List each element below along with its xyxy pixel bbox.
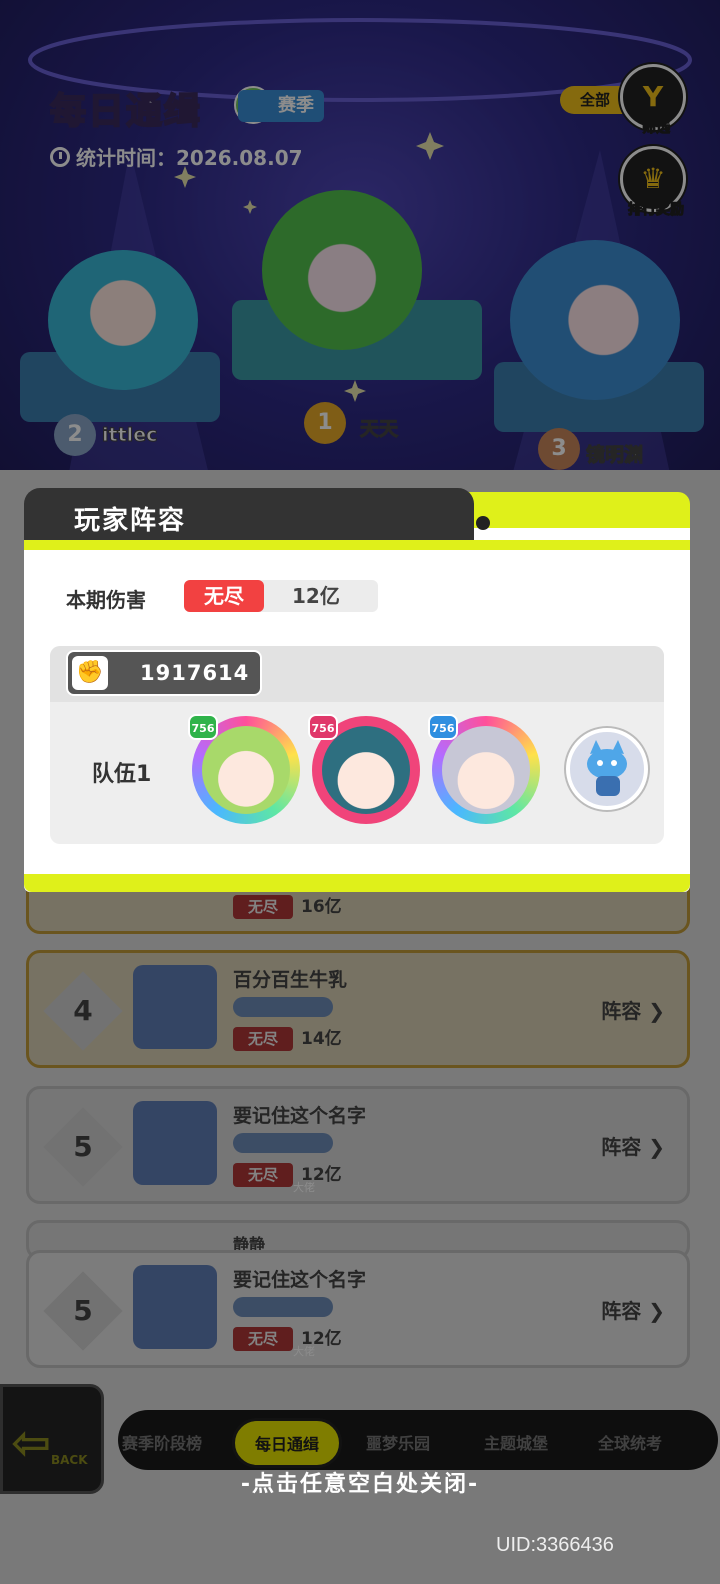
- team-power: 1917614: [140, 661, 250, 685]
- damage-value: 12亿: [292, 584, 340, 608]
- endless-tag: 无尽: [184, 580, 264, 612]
- power-box: ✊ 1917614: [66, 650, 262, 696]
- team-member-avatar[interactable]: 756: [308, 714, 420, 824]
- modal-accent-foot: [24, 874, 690, 892]
- blue-cat-pet-icon: [587, 740, 627, 796]
- team-member-avatar[interactable]: 756: [428, 714, 540, 824]
- level-badge: 756: [428, 714, 458, 740]
- decor-dot: [476, 516, 490, 530]
- player-lineup-modal: 玩家阵容 本期伤害 无尽 12亿 ✊ 1917614 队伍1 756 756 7…: [24, 488, 690, 892]
- modal-accent-stripe: [24, 540, 690, 550]
- damage-label: 本期伤害: [66, 588, 146, 612]
- pet-avatar[interactable]: [566, 728, 648, 810]
- team-member-avatar[interactable]: 756: [188, 714, 300, 824]
- fist-icon: ✊: [72, 656, 108, 690]
- modal-header: 玩家阵容: [24, 488, 474, 544]
- team-label: 队伍1: [92, 762, 152, 787]
- green-hair-portrait: [202, 726, 290, 814]
- damage-box: 无尽 12亿: [184, 580, 378, 612]
- silver-hair-portrait: [442, 726, 530, 814]
- game-screen[interactable]: 每日通缉 赛季 统计时间：2026.08.07 全部 Y 筛选 ♛ 排行奖励 2…: [0, 0, 720, 1584]
- team-panel: ✊ 1917614 队伍1 756 756 756: [50, 646, 664, 844]
- user-id: UID:3366436: [496, 1534, 614, 1556]
- level-badge: 756: [308, 714, 338, 740]
- close-hint: -点击任意空白处关闭-: [240, 1472, 480, 1497]
- teal-hair-portrait: [322, 726, 410, 814]
- team-power-strip: ✊ 1917614: [50, 646, 664, 702]
- modal-title: 玩家阵容: [74, 506, 187, 536]
- level-badge: 756: [188, 714, 218, 740]
